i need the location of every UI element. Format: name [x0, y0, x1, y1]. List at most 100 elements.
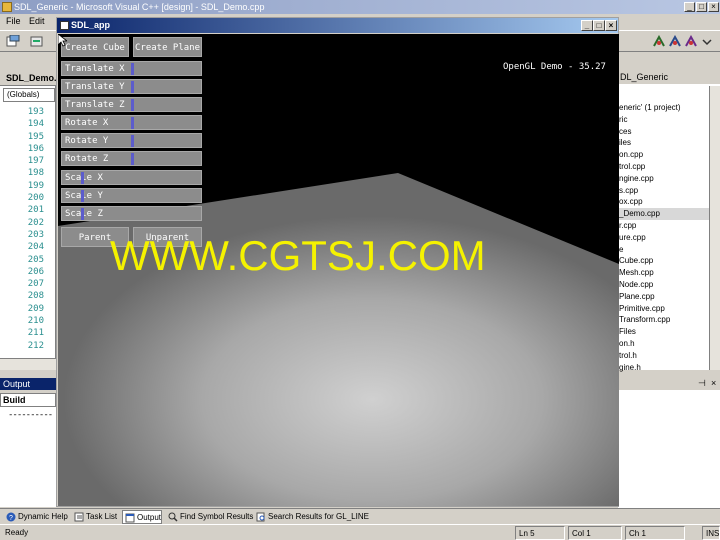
- slider-thumb[interactable]: [131, 81, 134, 93]
- solution-tree-item[interactable]: Transform.cpp: [619, 314, 709, 326]
- slider-label: Rotate X: [65, 118, 109, 128]
- line-number: 199: [27, 180, 44, 191]
- line-number-gutter: 193 194 195 196 197 198 199 200 201 202 …: [0, 106, 44, 352]
- solution-tree-item[interactable]: ngine.cpp: [619, 173, 709, 185]
- add-item-icon[interactable]: [30, 35, 44, 48]
- solution-tree-item[interactable]: Files: [619, 326, 709, 338]
- solution-tree-item[interactable]: ure.cpp: [619, 232, 709, 244]
- slider-thumb[interactable]: [131, 153, 134, 165]
- debug-tool-icon[interactable]: [652, 35, 666, 48]
- rotate-x-slider[interactable]: Rotate X: [61, 115, 202, 130]
- slider-label: Translate Y: [65, 82, 125, 92]
- rotate-z-slider[interactable]: Rotate Z: [61, 151, 202, 166]
- menu-file[interactable]: File: [6, 16, 21, 26]
- toolbar-more-icon[interactable]: [700, 35, 714, 48]
- ide-minimize-button[interactable]: _: [684, 2, 695, 12]
- watermark-text: WWW.CGTSJ.COM: [110, 232, 486, 279]
- solution-tree-item[interactable]: e: [619, 244, 709, 256]
- menu-edit[interactable]: Edit: [29, 16, 45, 26]
- solution-tree-item[interactable]: trol.h: [619, 350, 709, 362]
- solution-tree-item[interactable]: ox.cpp: [619, 196, 709, 208]
- slider-label: Rotate Z: [65, 154, 109, 164]
- slider-thumb[interactable]: [131, 99, 134, 111]
- fps-label: OpenGL Demo - 35.27: [503, 62, 606, 72]
- sdl-app-title: SDL_app: [71, 20, 111, 30]
- slider-thumb[interactable]: [80, 190, 84, 202]
- create-plane-button[interactable]: Create Plane: [133, 37, 202, 57]
- solution-tree-item[interactable]: Cube.cpp: [619, 255, 709, 267]
- solution-tree-item[interactable]: Mesh.cpp: [619, 267, 709, 279]
- properties-pane[interactable]: [618, 378, 720, 508]
- translate-z-slider[interactable]: Translate Z: [61, 97, 202, 112]
- solution-tree-item[interactable]: Node.cpp: [619, 279, 709, 291]
- tab-dynamic-help[interactable]: ? Dynamic Help: [4, 510, 68, 524]
- sdl-minimize-button[interactable]: _: [581, 20, 593, 31]
- tab-label: Find Symbol Results: [180, 512, 254, 521]
- status-line: Ln 5: [515, 526, 565, 540]
- app-window-icon: [60, 21, 69, 30]
- tab-label: Search Results for GL_LINE: [268, 512, 369, 521]
- solution-tree-item[interactable]: eneric' (1 project): [619, 102, 709, 114]
- ide-title-text: SDL_Generic - Microsoft Visual C++ [desi…: [14, 2, 265, 12]
- slider-thumb[interactable]: [131, 63, 134, 75]
- solution-tree-item[interactable]: r.cpp: [619, 220, 709, 232]
- line-number: 212: [27, 340, 44, 351]
- solution-explorer-scrollbar[interactable]: [709, 86, 720, 370]
- breakpoint-tool-icon[interactable]: [684, 35, 698, 48]
- line-number: 197: [27, 156, 44, 167]
- translate-x-slider[interactable]: Translate X: [61, 61, 202, 76]
- rotate-y-slider[interactable]: Rotate Y: [61, 133, 202, 148]
- status-char: Ch 1: [625, 526, 685, 540]
- scope-combo[interactable]: (Globals): [3, 88, 55, 102]
- line-number: 204: [27, 242, 44, 253]
- output-build-combo[interactable]: Build: [0, 393, 56, 407]
- solution-tree-item[interactable]: iles: [619, 137, 709, 149]
- solution-tree-item[interactable]: Primitive.cpp: [619, 303, 709, 315]
- editor-tab-sdl-demo[interactable]: SDL_Demo.: [0, 70, 57, 86]
- solution-tree-item[interactable]: trol.cpp: [619, 161, 709, 173]
- tab-task-list[interactable]: Task List: [72, 510, 117, 524]
- line-number: 210: [27, 316, 44, 327]
- slider-thumb[interactable]: [80, 208, 84, 220]
- step-tool-icon[interactable]: [668, 35, 682, 48]
- slider-thumb[interactable]: [131, 135, 134, 147]
- new-project-icon[interactable]: [6, 35, 20, 48]
- solution-explorer-title: DL_Generic: [618, 70, 720, 84]
- slider-label: Translate Z: [65, 100, 125, 110]
- properties-close-icon[interactable]: ×: [711, 378, 716, 388]
- scale-x-slider[interactable]: Scale X: [61, 170, 202, 185]
- ide-maximize-button[interactable]: □: [696, 2, 707, 12]
- solution-tree-item[interactable]: _Demo.cpp: [619, 208, 709, 220]
- scale-y-slider[interactable]: Scale Y: [61, 188, 202, 203]
- solution-tree-item[interactable]: gine.h: [619, 362, 709, 374]
- output-icon: [125, 513, 135, 523]
- scale-z-slider[interactable]: Scale Z: [61, 206, 202, 221]
- bottom-tab-strip: ? Dynamic Help Task List Output Find Sym…: [0, 508, 720, 524]
- line-number: 205: [27, 254, 44, 265]
- slider-label: Scale X: [65, 173, 103, 183]
- editor-horizontal-scrollbar[interactable]: [0, 358, 56, 370]
- sdl-close-button[interactable]: ×: [605, 20, 617, 31]
- solution-tree-item[interactable]: on.cpp: [619, 149, 709, 161]
- ide-close-button[interactable]: ×: [708, 2, 719, 12]
- solution-tree-item[interactable]: ces: [619, 126, 709, 138]
- sdl-app-title-bar[interactable]: SDL_app _ □ ×: [57, 18, 618, 33]
- solution-tree-item[interactable]: on.h: [619, 338, 709, 350]
- solution-tree-item[interactable]: ric: [619, 114, 709, 126]
- solution-tree-item[interactable]: s.cpp: [619, 185, 709, 197]
- tab-find-symbol-results[interactable]: Find Symbol Results: [166, 510, 253, 524]
- status-column: Col 1: [568, 526, 622, 540]
- tab-output[interactable]: Output: [122, 510, 163, 524]
- slider-thumb[interactable]: [80, 172, 84, 184]
- slider-thumb[interactable]: [131, 117, 134, 129]
- output-text-area[interactable]: [0, 407, 56, 507]
- create-cube-button[interactable]: Create Cube: [61, 37, 129, 57]
- sdl-maximize-button[interactable]: □: [593, 20, 605, 31]
- translate-y-slider[interactable]: Translate Y: [61, 79, 202, 94]
- tab-search-results[interactable]: Search Results for GL_LINE: [254, 510, 369, 524]
- solution-tree-item[interactable]: Plane.cpp: [619, 291, 709, 303]
- pin-icon[interactable]: ⊣: [698, 378, 706, 389]
- status-bar: Ready Ln 5 Col 1 Ch 1 INS: [0, 524, 720, 540]
- line-number: 202: [27, 217, 44, 228]
- slider-label: Translate X: [65, 64, 125, 74]
